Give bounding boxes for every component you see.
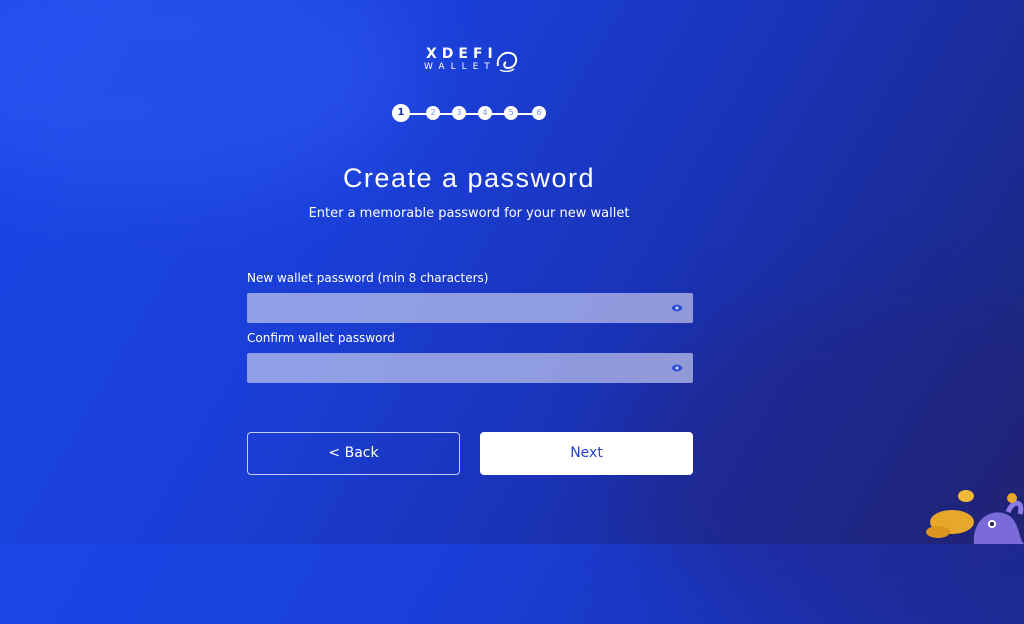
xdefi-logo: XDEFI WALLET <box>424 46 524 82</box>
octopus-icon <box>496 51 518 73</box>
eye-icon[interactable] <box>671 363 683 373</box>
logo-text: XDEFI <box>426 46 498 62</box>
back-button[interactable]: < Back <box>247 432 460 475</box>
step-progress: 1 2 3 4 5 6 <box>392 104 552 124</box>
logo-subtext: WALLET <box>424 62 496 72</box>
password-label: New wallet password (min 8 characters) <box>247 271 489 285</box>
step-indicator-6: 6 <box>532 106 546 120</box>
confirm-password-input[interactable] <box>247 353 677 383</box>
octopus-coins-illustration <box>926 490 1024 544</box>
password-field-container <box>247 293 693 323</box>
page-subtitle: Enter a memorable password for your new … <box>308 206 630 221</box>
step-indicator-5: 5 <box>504 106 518 120</box>
password-input[interactable] <box>247 293 677 323</box>
confirm-password-label: Confirm wallet password <box>247 331 395 345</box>
eye-icon[interactable] <box>671 303 683 313</box>
step-indicator-4: 4 <box>478 106 492 120</box>
step-indicator-2: 2 <box>426 106 440 120</box>
next-button[interactable]: Next <box>480 432 693 475</box>
confirm-field-container <box>247 353 693 383</box>
step-connector <box>402 113 542 115</box>
step-indicator-1: 1 <box>392 104 410 122</box>
step-indicator-3: 3 <box>452 106 466 120</box>
page-title: Create a password <box>342 163 596 193</box>
